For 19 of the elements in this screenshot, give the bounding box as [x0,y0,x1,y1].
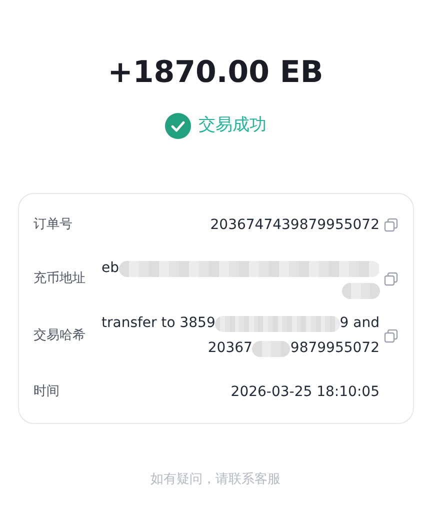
detail-value: 9 and [340,314,380,333]
help-text: 如有疑问，请联系客服 [150,471,280,489]
detail-label: 时间 [34,383,60,402]
detail-value: eb [102,259,119,278]
copy-icon[interactable] [384,272,398,286]
copy-icon[interactable] [384,218,398,232]
detail-value: 2026-03-25 18:10:05 [230,382,380,402]
detail-value: transfer to 3859 [102,314,216,333]
detail-label: 充币地址 [34,270,86,288]
copy-icon[interactable] [384,329,398,343]
detail-value: 9879955072 [290,339,380,358]
detail-label: 交易哈希 [34,327,86,346]
detail-value: 2036747439879955072 [210,216,380,234]
detail-label: 订单号 [34,216,74,234]
status-text: 交易成功 [198,114,266,138]
detail-value: 20367 [208,339,252,358]
redaction-blur [252,340,290,356]
redaction-blur [342,283,380,299]
amount: +1870.00 EB [108,54,324,92]
